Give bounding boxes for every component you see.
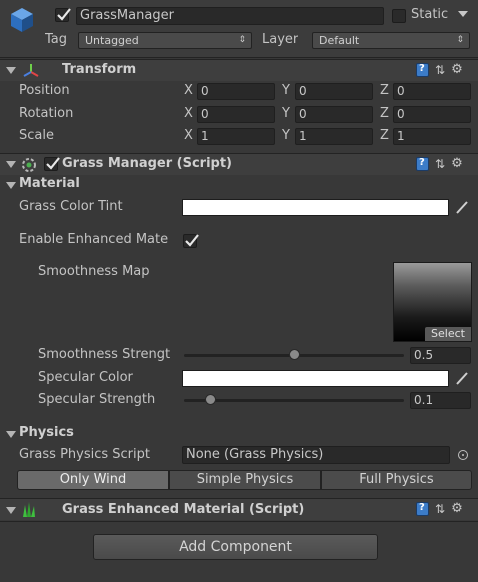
enhanced-material-title: Grass Enhanced Material (Script) [62,502,305,517]
material-section-title: Material [19,176,80,191]
grass-icon [20,501,38,517]
specular-color-swatch[interactable] [182,370,449,387]
position-z-field[interactable]: 0 [393,83,471,100]
layer-label: Layer [262,32,299,47]
slider-thumb[interactable] [204,394,216,405]
position-x-field[interactable]: 0 [197,83,275,100]
specular-strength-slider[interactable] [184,392,404,409]
scale-y-label[interactable]: Y [282,128,290,143]
scale-z-label[interactable]: Z [380,128,389,143]
grass-color-tint-label: Grass Color Tint [19,199,123,214]
grass-physics-script-label: Grass Physics Script [19,447,150,462]
scale-x-label[interactable]: X [184,128,193,143]
smoothness-strength-slider[interactable] [184,347,404,364]
rotation-y-label[interactable]: Y [282,106,290,121]
script-component-icon [20,156,38,174]
updown-arrow-icon: ⇕ [238,35,246,45]
updown-arrow-icon: ⇕ [456,35,464,45]
tag-value: Untagged [85,34,139,47]
tag-dropdown[interactable]: Untagged ⇕ [78,32,252,49]
transform-title: Transform [62,62,137,77]
rotation-z-label[interactable]: Z [380,106,389,121]
position-y-field[interactable]: 0 [295,83,373,100]
rotation-x-field[interactable]: 0 [197,106,275,123]
tag-label: Tag [45,32,68,47]
transform-header-icons: ⇅ ⚙ [416,62,463,77]
smoothness-map-label: Smoothness Map [38,264,150,279]
grass-color-tint-swatch[interactable] [182,199,449,216]
static-label: Static [411,7,449,22]
static-checkbox[interactable] [392,9,406,23]
specular-strength-label: Specular Strength [38,392,156,407]
layer-value: Default [319,34,360,47]
rotation-y-field[interactable]: 0 [295,106,373,123]
scale-z-field[interactable]: 1 [393,128,471,145]
position-label: Position [19,83,70,98]
preset-sliders-icon[interactable]: ⇅ [435,157,445,171]
enhanced-material-checkbox[interactable] [183,234,199,248]
position-x-label[interactable]: X [184,83,193,98]
grass-manager-title: Grass Manager (Script) [62,156,232,171]
help-book-icon[interactable] [416,501,429,516]
preset-sliders-icon[interactable]: ⇅ [435,63,445,77]
mode-only-wind-button[interactable]: Only Wind [17,470,169,490]
transform-axes-icon [22,62,40,80]
scale-y-field[interactable]: 1 [295,128,373,145]
preset-sliders-icon[interactable]: ⇅ [435,502,445,516]
grass-manager-header-icons: ⇅ ⚙ [416,156,463,171]
rotation-label: Rotation [19,106,74,121]
eyedropper-icon[interactable] [454,370,470,386]
enhanced-material-label: Enable Enhanced Mate [19,232,169,247]
scale-label: Scale [19,128,54,143]
transform-foldout-icon[interactable] [6,67,16,74]
slider-track [184,399,404,402]
physics-section-title: Physics [19,425,74,440]
scale-x-field[interactable]: 1 [197,128,275,145]
specular-color-label: Specular Color [38,370,133,385]
grass-physics-script-field[interactable]: None (Grass Physics) [182,446,450,464]
help-book-icon[interactable] [416,62,429,77]
grass-manager-enabled-checkbox[interactable] [44,157,60,171]
rotation-x-label[interactable]: X [184,106,193,121]
material-foldout-icon[interactable] [6,182,16,189]
grass-manager-foldout-icon[interactable] [6,161,16,168]
mode-simple-physics-button[interactable]: Simple Physics [169,470,321,490]
gear-icon[interactable]: ⚙ [451,62,463,77]
gear-icon[interactable]: ⚙ [451,156,463,171]
rotation-z-field[interactable]: 0 [393,106,471,123]
smoothness-strength-field[interactable]: 0.5 [410,347,471,364]
layer-dropdown[interactable]: Default ⇕ [312,32,470,49]
specular-strength-field[interactable]: 0.1 [410,392,471,409]
eyedropper-icon[interactable] [454,199,470,215]
smoothness-strength-label: Smoothness Strengt [38,347,171,362]
enhanced-material-foldout-icon[interactable] [6,507,16,514]
position-y-label[interactable]: Y [282,83,290,98]
gear-icon[interactable]: ⚙ [451,501,463,516]
smoothness-map-texture-slot[interactable]: Select [393,262,472,342]
static-dropdown-arrow-icon[interactable] [458,11,468,17]
object-picker-icon[interactable] [458,450,468,460]
physics-foldout-icon[interactable] [6,431,16,438]
help-book-icon[interactable] [416,156,429,171]
object-name-input[interactable]: GrassManager [76,7,384,25]
position-z-label[interactable]: Z [380,83,389,98]
active-checkbox[interactable] [55,8,71,22]
mode-full-physics-button[interactable]: Full Physics [321,470,472,490]
texture-select-button[interactable]: Select [425,327,471,341]
add-component-button[interactable]: Add Component [93,534,378,560]
gameobject-cube-icon [8,6,36,34]
enhanced-material-header-icons: ⇅ ⚙ [416,501,463,516]
slider-thumb[interactable] [288,349,300,360]
